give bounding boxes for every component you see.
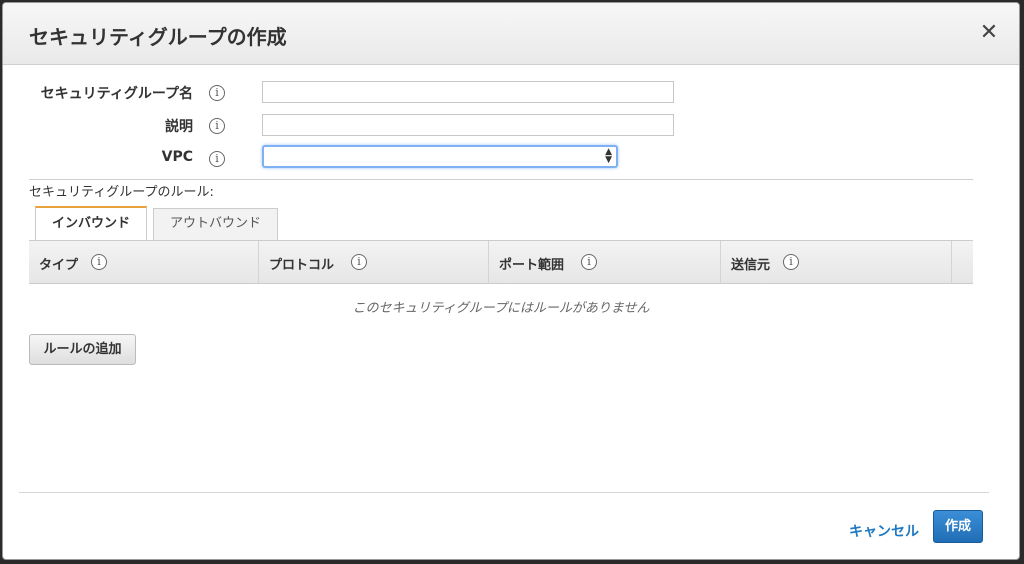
select-arrows-icon: ▲ ▼	[605, 147, 612, 165]
column-protocol: プロトコル i	[259, 241, 489, 283]
empty-rules-message: このセキュリティグループにはルールがありません	[352, 301, 650, 316]
column-label: プロトコル	[269, 258, 335, 273]
info-icon[interactable]: i	[209, 118, 225, 134]
tab-inbound[interactable]: インバウンド	[35, 206, 147, 240]
vpc-select[interactable]: ▲ ▼	[262, 145, 618, 168]
cancel-button[interactable]: キャンセル	[849, 521, 919, 541]
section-divider	[29, 179, 973, 180]
info-icon[interactable]: i	[783, 254, 799, 270]
info-icon[interactable]: i	[209, 85, 225, 101]
info-icon[interactable]: i	[581, 254, 597, 270]
info-icon[interactable]: i	[91, 254, 107, 270]
add-rule-button[interactable]: ルールの追加	[29, 334, 136, 365]
security-group-name-label: セキュリティグループ名	[40, 86, 193, 102]
description-input[interactable]	[262, 114, 674, 136]
column-type: タイプ i	[29, 241, 259, 283]
dialog-header: セキュリティグループの作成 ✕	[3, 3, 1019, 65]
column-label: タイプ	[39, 258, 79, 273]
column-label: 送信元	[731, 258, 771, 273]
column-source: 送信元 i	[721, 241, 952, 283]
dialog-title: セキュリティグループの作成	[29, 25, 287, 49]
column-port-range: ポート範囲 i	[489, 241, 721, 283]
column-label: ポート範囲	[499, 258, 565, 273]
rules-table-header: タイプ i プロトコル i ポート範囲 i 送信元 i	[29, 240, 973, 284]
info-icon[interactable]: i	[209, 151, 225, 167]
security-group-name-input[interactable]	[262, 81, 674, 103]
vpc-label: VPC	[161, 149, 193, 165]
description-label: 説明	[165, 119, 193, 135]
create-security-group-dialog: セキュリティグループの作成 ✕ セキュリティグループ名 i 説明 i VPC i…	[2, 2, 1020, 560]
info-icon[interactable]: i	[351, 254, 367, 270]
close-icon[interactable]: ✕	[979, 22, 999, 44]
footer-divider	[19, 492, 989, 493]
tab-outbound[interactable]: アウトバウンド	[153, 208, 278, 240]
create-button[interactable]: 作成	[933, 510, 983, 543]
rules-section-title: セキュリティグループのルール:	[29, 185, 214, 200]
